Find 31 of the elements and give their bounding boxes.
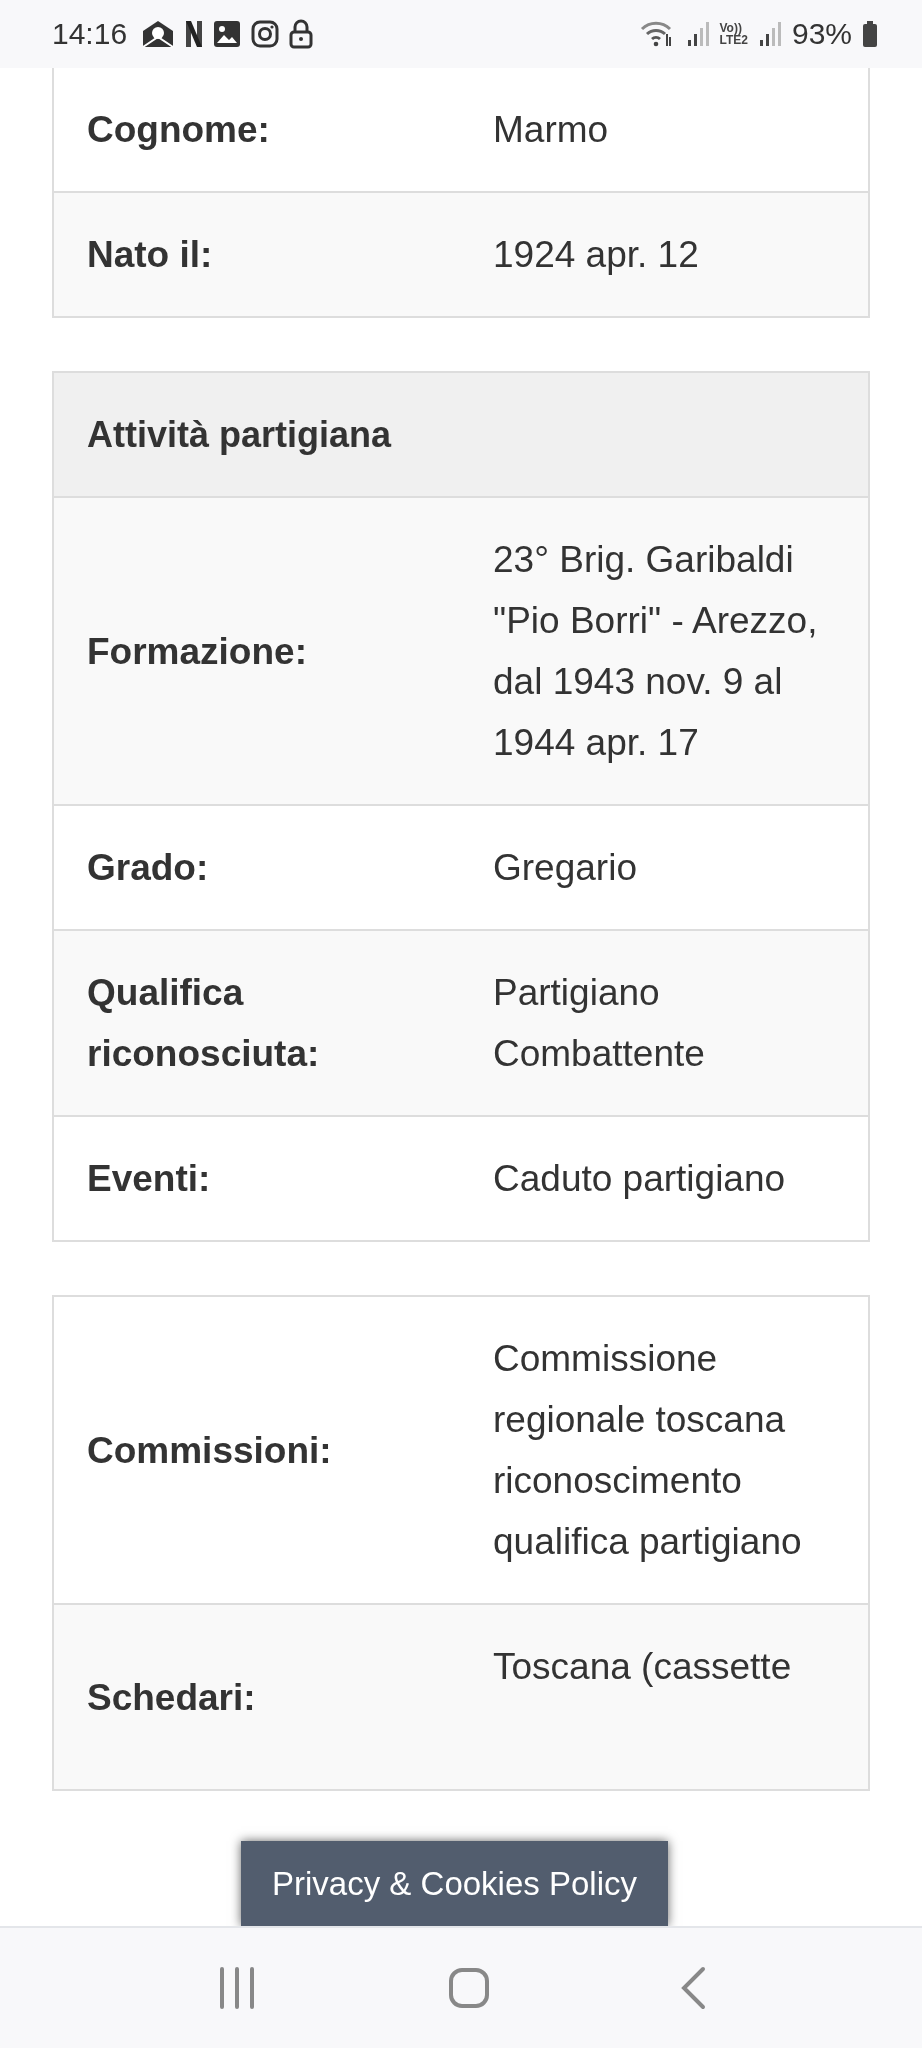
field-label: Commissioni:: [87, 1428, 332, 1473]
battery-icon: [862, 20, 878, 48]
field-value: Commissione regionale toscana riconoscimento qualifica partigiano: [493, 1337, 803, 1564]
clock: 14:16: [52, 17, 128, 51]
field-label: Eventi:: [87, 1157, 211, 1201]
table-header: Attività partigiana: [54, 373, 868, 498]
network-label: LTE2: [719, 34, 748, 46]
field-value: Partigiano Combattente: [493, 971, 706, 1076]
battery-percentage: 93%: [791, 17, 852, 51]
home-icon[interactable]: [448, 1967, 490, 2009]
field-value: Gregario: [493, 846, 637, 890]
field-value: 1924 apr. 12: [493, 233, 699, 277]
signal-icon: [685, 20, 710, 48]
field-value: 23° Brig. Garibaldi "Pio Borri" - Arezzo, dal 1943 nov. 9 al 1944 apr. 17: [493, 538, 819, 765]
envelope-icon: [141, 19, 176, 49]
lock-icon: [289, 19, 314, 49]
field-value: Caduto partigiano: [493, 1157, 786, 1201]
field-value: Marmo: [493, 108, 609, 152]
privacy-policy-button[interactable]: Privacy & Cookies Policy: [241, 1841, 668, 1926]
app-icon: [185, 19, 204, 49]
field-label: Schedari:: [87, 1675, 256, 1720]
volte-label: Vo)): [719, 22, 743, 34]
field-label: Qualifica riconosciuta:: [87, 971, 321, 1076]
field-value: Toscana (cassette: [493, 1645, 792, 1689]
field-label: Cognome:: [87, 108, 270, 152]
field-label: Nato il:: [87, 233, 213, 277]
camera-icon: [251, 20, 280, 48]
field-label: Formazione:: [87, 629, 307, 674]
signal-icon: [757, 20, 782, 48]
field-label: Grado:: [87, 846, 209, 890]
image-icon: [213, 20, 242, 48]
